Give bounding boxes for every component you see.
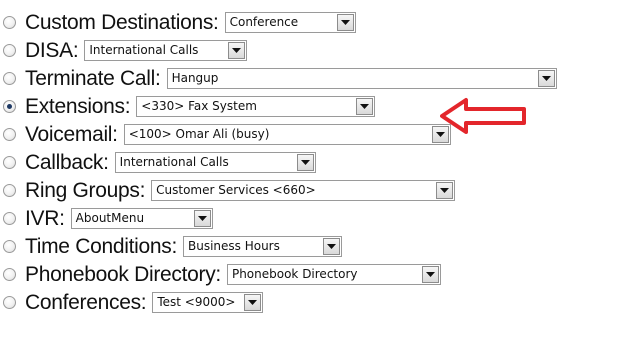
select-disa[interactable]: International Calls: [84, 39, 248, 61]
radio-custom-destinations[interactable]: [3, 15, 16, 29]
radio-time-conditions[interactable]: [3, 239, 16, 253]
destination-row-time-conditions: Time Conditions: Business Hours: [0, 232, 342, 260]
select-time-conditions[interactable]: Business Hours: [182, 235, 342, 257]
chevron-down-icon[interactable]: [421, 265, 439, 283]
label-callback: Callback:: [25, 150, 109, 174]
select-conferences[interactable]: Test <9000>: [152, 291, 264, 313]
label-extensions: Extensions:: [25, 94, 131, 118]
select-value: Conference: [229, 15, 299, 29]
chevron-down-icon[interactable]: [336, 13, 354, 31]
select-value: International Calls: [119, 155, 229, 169]
label-conferences: Conferences:: [25, 290, 147, 314]
select-value: <100> Omar Ali (busy): [128, 127, 270, 141]
radio-extensions[interactable]: [3, 99, 16, 113]
destination-row-custom-destinations: Custom Destinations: Conference: [0, 8, 356, 36]
destination-row-disa: DISA: International Calls: [0, 36, 248, 64]
label-terminate-call: Terminate Call:: [25, 66, 161, 90]
label-phonebook-directory: Phonebook Directory:: [25, 262, 221, 286]
radio-callback[interactable]: [3, 155, 16, 169]
label-ivr: IVR:: [25, 206, 65, 230]
select-callback[interactable]: International Calls: [114, 151, 316, 173]
radio-ring-groups[interactable]: [3, 183, 16, 197]
select-value: Customer Services <660>: [156, 183, 316, 197]
label-disa: DISA:: [25, 38, 79, 62]
select-ivr[interactable]: AboutMenu: [70, 207, 213, 229]
radio-ivr[interactable]: [3, 211, 16, 225]
chevron-down-icon[interactable]: [244, 293, 262, 311]
radio-conferences[interactable]: [3, 295, 16, 309]
select-value: International Calls: [89, 43, 199, 57]
chevron-down-icon[interactable]: [356, 97, 374, 115]
select-extensions[interactable]: <330> Fax System: [136, 95, 376, 117]
destination-row-ivr: IVR: AboutMenu: [0, 204, 213, 232]
select-terminate-call[interactable]: Hangup: [166, 67, 557, 89]
red-arrow-icon: [440, 98, 526, 134]
label-ring-groups: Ring Groups:: [25, 178, 146, 202]
destination-row-phonebook-directory: Phonebook Directory: Phonebook Directory: [0, 260, 441, 288]
chevron-down-icon[interactable]: [436, 181, 454, 199]
destination-row-callback: Callback: International Calls: [0, 148, 316, 176]
select-value: Business Hours: [187, 239, 280, 253]
select-custom-destinations[interactable]: Conference: [224, 11, 356, 33]
select-value: <330> Fax System: [141, 99, 257, 113]
radio-phonebook-directory[interactable]: [3, 267, 16, 281]
destination-list: Custom Destinations: Conference DISA: In…: [0, 0, 617, 346]
destination-row-conferences: Conferences: Test <9000>: [0, 288, 264, 316]
radio-voicemail[interactable]: [3, 127, 16, 141]
select-value: Phonebook Directory: [231, 267, 358, 281]
chevron-down-icon[interactable]: [228, 41, 246, 59]
select-phonebook-directory[interactable]: Phonebook Directory: [226, 263, 441, 285]
label-time-conditions: Time Conditions:: [25, 234, 177, 258]
chevron-down-icon[interactable]: [193, 209, 211, 227]
chevron-down-icon[interactable]: [296, 153, 314, 171]
label-voicemail: Voicemail:: [25, 122, 118, 146]
select-ring-groups[interactable]: Customer Services <660>: [151, 179, 456, 201]
select-value: Hangup: [171, 71, 219, 85]
radio-disa[interactable]: [3, 43, 16, 57]
select-value: AboutMenu: [75, 211, 145, 225]
destination-row-voicemail: Voicemail: <100> Omar Ali (busy): [0, 120, 451, 148]
chevron-down-icon[interactable]: [537, 69, 555, 87]
destination-row-extensions: Extensions: <330> Fax System: [0, 92, 376, 120]
destination-row-terminate-call: Terminate Call: Hangup: [0, 64, 557, 92]
radio-terminate-call[interactable]: [3, 71, 16, 85]
destination-row-ring-groups: Ring Groups: Customer Services <660>: [0, 176, 456, 204]
label-custom-destinations: Custom Destinations:: [25, 10, 219, 34]
select-voicemail[interactable]: <100> Omar Ali (busy): [123, 123, 451, 145]
chevron-down-icon[interactable]: [322, 237, 340, 255]
